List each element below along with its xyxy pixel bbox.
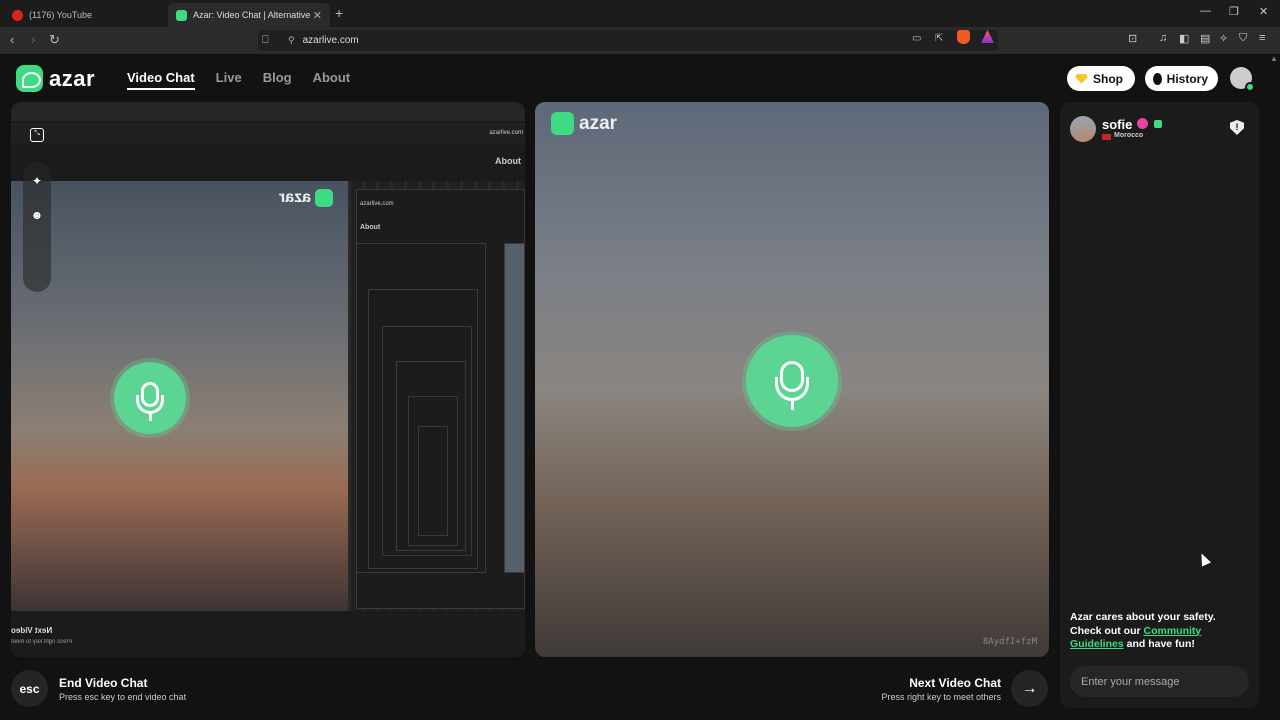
- partner-mic-icon: [746, 335, 838, 427]
- mirrored-logo-icon: [315, 189, 334, 207]
- end-chat-title: End Video Chat: [59, 676, 148, 690]
- brave-shields-icon[interactable]: [957, 30, 970, 44]
- chat-panel: sofie Morocco ! Azar cares about your sa…: [1060, 102, 1259, 708]
- azar-logo-icon: [16, 65, 43, 92]
- end-chat-button[interactable]: esc: [11, 670, 48, 707]
- wallet-icon[interactable]: ▤: [1200, 32, 1210, 45]
- share-icon[interactable]: ⇱: [935, 33, 943, 44]
- tab-title: Azar: Video Chat | Alternative: [193, 10, 311, 20]
- next-chat-button[interactable]: →: [1011, 670, 1048, 707]
- nav-live[interactable]: Live: [216, 70, 242, 90]
- sparkle-effects-icon[interactable]: ✦: [30, 174, 44, 188]
- expand-icon[interactable]: ⤡: [30, 128, 44, 142]
- close-tab-icon[interactable]: ✕: [313, 9, 322, 22]
- next-chat-title: Next Video Chat: [909, 676, 1001, 690]
- video-watermark: 8AydfI+fzM: [982, 637, 1037, 647]
- history-label: History: [1166, 71, 1208, 86]
- morocco-flag-icon: [1102, 134, 1111, 140]
- azar-favicon-icon: [176, 9, 187, 21]
- cast-icon[interactable]: ▭: [912, 33, 921, 44]
- close-window-icon[interactable]: ✕: [1259, 5, 1268, 18]
- verified-badge-icon: [1154, 120, 1162, 128]
- safety-notice: Azar cares about your safety. Check out …: [1070, 611, 1250, 652]
- mirrored-next-title: Next Video: [11, 626, 53, 635]
- mirrored-url: azarlive.com: [489, 130, 523, 136]
- peer-avatar[interactable]: [1070, 116, 1096, 142]
- nav-about[interactable]: About: [313, 70, 351, 90]
- mirrored-tab-bar: [11, 102, 525, 121]
- shop-label: Shop: [1093, 71, 1123, 86]
- clock-icon: [1153, 72, 1162, 85]
- tunnel-about: About: [360, 224, 381, 231]
- menu-icon[interactable]: ≡: [1259, 32, 1265, 44]
- browser-tab-bar: (1176) YouTube Azar: Video Chat | Altern…: [0, 0, 1280, 27]
- mirrored-url-bar: [11, 123, 525, 143]
- next-chat-hint: Press right key to meet others: [881, 692, 1001, 702]
- safety-line1: Azar cares about your safety.: [1070, 611, 1216, 623]
- history-button[interactable]: History: [1145, 66, 1218, 91]
- address-bar[interactable]: ⎕ ⚲ azarlive.com ▭ ⇱: [258, 30, 998, 51]
- nav-video-chat[interactable]: Video Chat: [127, 70, 195, 90]
- gem-icon: [1075, 73, 1088, 84]
- peer-name: sofie: [1102, 117, 1133, 132]
- forward-icon[interactable]: ›: [31, 32, 35, 47]
- minimize-icon[interactable]: —: [1200, 5, 1211, 17]
- message-input[interactable]: Enter your message: [1070, 666, 1249, 697]
- mirrored-next-sub: Press right key to meet: [11, 639, 73, 645]
- url-text: azarlive.com: [302, 35, 359, 46]
- main-nav: Video Chat Live Blog About: [127, 70, 350, 90]
- new-tab-button[interactable]: +: [335, 5, 343, 21]
- my-mic-icon: [114, 362, 186, 434]
- logo-text: azar: [49, 65, 96, 91]
- shop-button[interactable]: Shop: [1067, 66, 1135, 91]
- mirrored-logo: azar: [279, 189, 334, 207]
- site-info-icon[interactable]: ⚲: [288, 35, 295, 46]
- esc-label: esc: [19, 681, 40, 696]
- online-status-icon: [1245, 82, 1255, 92]
- reload-icon[interactable]: ↻: [49, 32, 60, 48]
- face-filter-icon[interactable]: ☻: [30, 208, 44, 222]
- vpn-icon[interactable]: ⛉: [1239, 32, 1247, 45]
- azar-logo[interactable]: azar: [16, 65, 95, 92]
- bookmark-icon[interactable]: ⎕: [262, 34, 276, 47]
- message-placeholder: Enter your message: [1081, 675, 1180, 688]
- restore-icon[interactable]: ❐: [1229, 5, 1239, 18]
- mirrored-about: About: [495, 156, 521, 166]
- screenshot-icon[interactable]: ⊡: [1128, 32, 1137, 45]
- leo-ai-icon[interactable]: ✧: [1219, 32, 1228, 45]
- tab-azar[interactable]: Azar: Video Chat | Alternative ✕: [168, 3, 330, 27]
- user-avatar[interactable]: [1230, 67, 1255, 92]
- partner-logo-text: azar: [579, 112, 618, 134]
- nav-blog[interactable]: Blog: [263, 70, 292, 90]
- browser-toolbar: ‹ › ↻ ⎕ ⚲ azarlive.com ▭ ⇱: [0, 27, 1280, 54]
- azar-logo-icon: [551, 112, 574, 135]
- azar-site: azar Video Chat Live Blog About Shop His…: [0, 54, 1280, 720]
- tunnel-url: azarlive.com: [360, 201, 394, 207]
- scrollbar-arrow-icon[interactable]: ▲: [1270, 54, 1278, 63]
- back-icon[interactable]: ‹: [10, 32, 14, 47]
- sidebar-icon[interactable]: ◧: [1179, 32, 1189, 45]
- mirrored-screen: azarlive.com About azar azarlive.com Abo…: [11, 102, 525, 657]
- media-icon[interactable]: ♫: [1159, 32, 1167, 44]
- mirror-tunnel: azarlive.com About: [348, 181, 525, 611]
- arrow-right-icon: →: [1021, 679, 1038, 697]
- partner-video-logo: azar: [551, 112, 617, 135]
- lips-badge-icon: [1137, 118, 1148, 129]
- safety-prefix: Check out our: [1070, 624, 1144, 637]
- effects-toolbar: ⤡ ✦ ☻: [23, 128, 51, 292]
- tab-youtube[interactable]: (1176) YouTube: [4, 3, 164, 27]
- my-video-pane: azarlive.com About azar azarlive.com Abo…: [11, 102, 525, 657]
- partner-video-pane: azar 8AydfI+fzM: [535, 102, 1049, 657]
- report-shield-icon[interactable]: !: [1230, 120, 1244, 135]
- safety-suffix: and have fun!: [1123, 638, 1195, 650]
- youtube-favicon-icon: [12, 9, 23, 21]
- peer-country: Morocco: [1114, 132, 1144, 139]
- tab-title: (1176) YouTube: [29, 10, 93, 20]
- mirrored-logo-text: azar: [279, 189, 312, 206]
- end-chat-hint: Press esc key to end video chat: [59, 692, 187, 702]
